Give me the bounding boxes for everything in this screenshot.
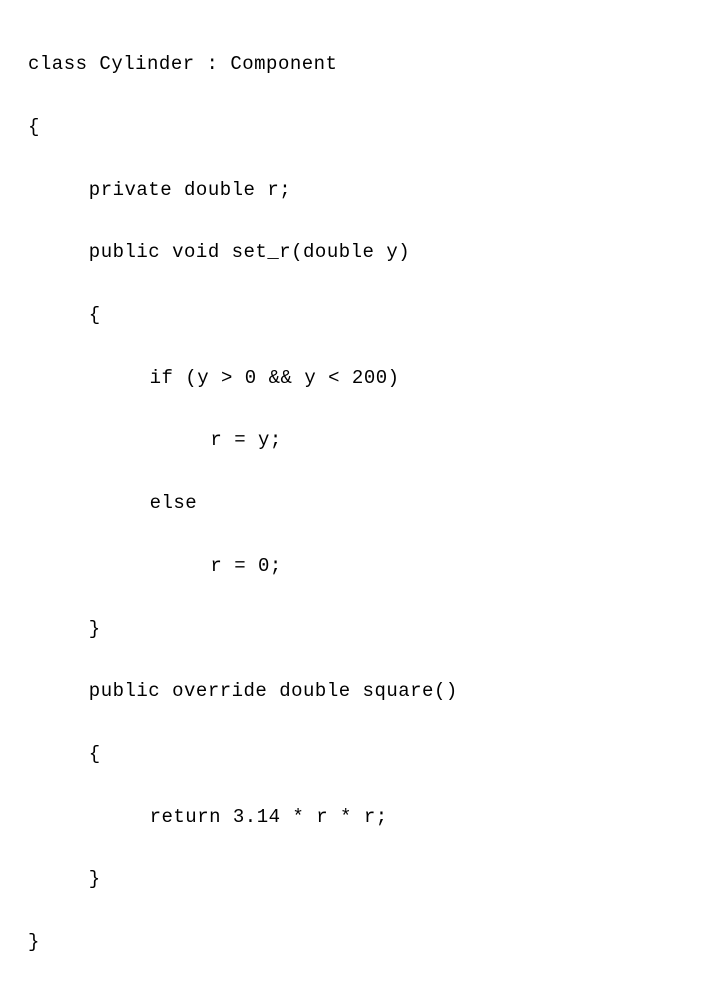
code-line: { <box>28 112 692 143</box>
code-line: } <box>28 864 692 895</box>
code-line: if (y > 0 && y < 200) <box>28 363 692 394</box>
code-line: } <box>28 614 692 645</box>
code-line: class Cylinder : Component <box>28 49 692 80</box>
code-line: { <box>28 300 692 331</box>
code-line: public void set_r(double y) <box>28 237 692 268</box>
code-line: public override double square() <box>28 676 692 707</box>
code-line: r = y; <box>28 425 692 456</box>
code-line: r = 0; <box>28 551 692 582</box>
code-line: private double r; <box>28 175 692 206</box>
code-block: class Cylinder : Component { private dou… <box>28 18 692 990</box>
code-line: } <box>28 927 692 958</box>
code-line: { <box>28 739 692 770</box>
code-line: return 3.14 * r * r; <box>28 802 692 833</box>
code-line: else <box>28 488 692 519</box>
